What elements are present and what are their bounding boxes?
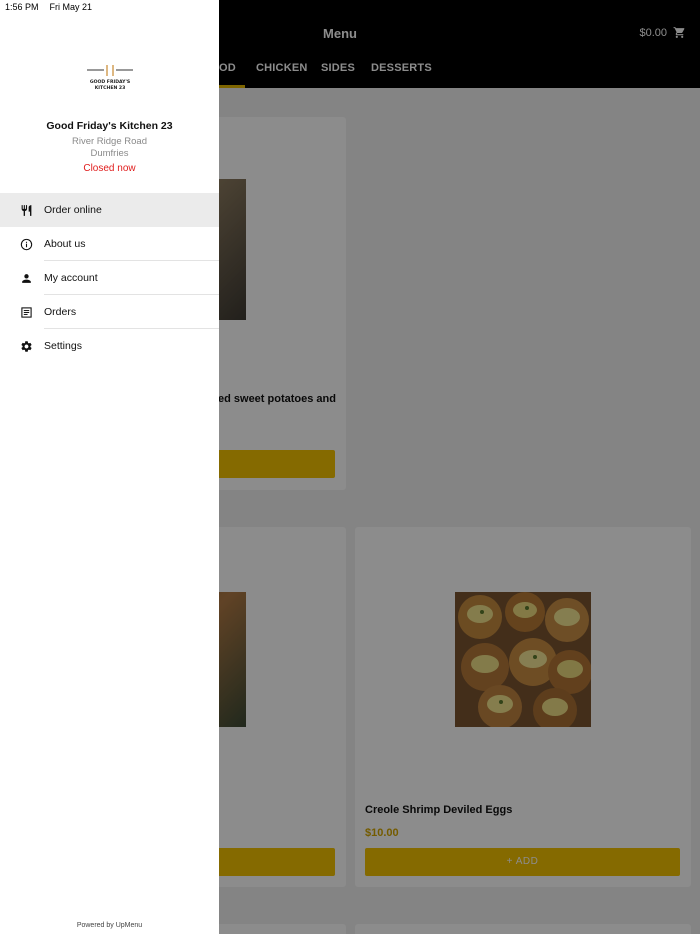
menu-item-orders[interactable]: Orders [0, 295, 219, 329]
status-bar: 1:56 PM Fri May 21 [0, 0, 92, 14]
menu-item-order-online[interactable]: Order online [0, 193, 219, 227]
restaurant-address: River Ridge Road Dumfries [0, 136, 219, 160]
logo-text-line1: GOOD FRIDAY'S [90, 79, 130, 85]
address-line1: River Ridge Road [72, 136, 147, 147]
menu-item-label: Order online [44, 204, 102, 216]
status-time: 1:56 PM [5, 2, 39, 12]
gear-icon [19, 339, 33, 353]
menu-item-label: About us [44, 238, 86, 250]
restaurant-logo: GOOD FRIDAY'S KITCHEN 23 [84, 62, 136, 92]
open-status: Closed now [83, 163, 136, 174]
address-line2: Dumfries [90, 148, 129, 159]
fork-knife-icon [19, 203, 33, 217]
restaurant-name: Good Friday's Kitchen 23 [46, 120, 173, 132]
menu-item-label: My account [44, 272, 98, 284]
person-icon [19, 271, 33, 285]
status-date: Fri May 21 [49, 2, 93, 12]
menu-item-label: Settings [44, 340, 82, 352]
drawer-menu: Order online About us My account Orders [0, 193, 219, 363]
menu-item-settings[interactable]: Settings [0, 329, 219, 363]
menu-item-label: Orders [44, 306, 77, 318]
receipt-icon [19, 305, 33, 319]
navigation-drawer: GOOD FRIDAY'S KITCHEN 23 Good Friday's K… [0, 0, 219, 934]
logo-text-line2: KITCHEN 23 [95, 85, 126, 91]
powered-by: Powered by UpMenu [76, 922, 143, 929]
info-icon [19, 237, 33, 251]
menu-item-about-us[interactable]: About us [0, 227, 219, 261]
menu-item-my-account[interactable]: My account [0, 261, 219, 295]
